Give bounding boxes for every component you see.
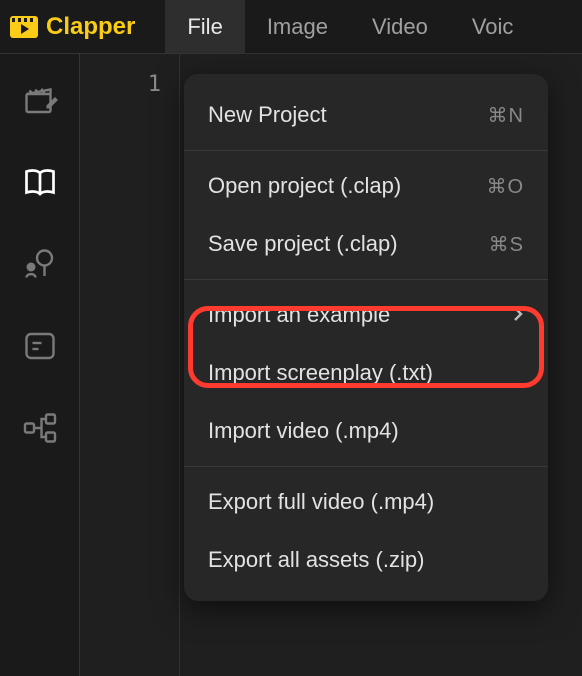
chevron-right-icon	[512, 302, 524, 328]
menu-item-label: New Project	[208, 102, 327, 128]
line-number: 1	[148, 72, 161, 97]
panel-icon[interactable]	[20, 326, 60, 366]
menu-item-label: Export full video (.mp4)	[208, 489, 434, 515]
book-icon[interactable]	[20, 162, 60, 202]
menu-item-shortcut: ⌘O	[486, 174, 524, 199]
menu-new-project[interactable]: New Project ⌘N	[184, 86, 548, 144]
menu-item-shortcut: ⌘S	[489, 232, 524, 257]
menu-separator	[184, 279, 548, 280]
menu-item-label: Export all assets (.zip)	[208, 547, 424, 573]
graph-icon[interactable]	[20, 408, 60, 448]
app-logo[interactable]: Clapper	[0, 13, 135, 41]
menu-separator	[184, 466, 548, 467]
menu-voice[interactable]: Voic	[450, 0, 536, 53]
menu-open-project[interactable]: Open project (.clap) ⌘O	[184, 157, 548, 215]
sidebar	[0, 54, 80, 676]
menu-video[interactable]: Video	[350, 0, 450, 53]
clapper-edit-icon[interactable]	[20, 80, 60, 120]
menu-item-label: Import video (.mp4)	[208, 418, 399, 444]
line-gutter: 1	[80, 54, 180, 676]
file-dropdown: New Project ⌘N Open project (.clap) ⌘O S…	[184, 74, 548, 601]
app-name: Clapper	[46, 13, 135, 41]
menu-export-all-assets[interactable]: Export all assets (.zip)	[184, 531, 548, 589]
menu-import-screenplay[interactable]: Import screenplay (.txt)	[184, 344, 548, 402]
menu-import-video[interactable]: Import video (.mp4)	[184, 402, 548, 460]
menu-item-label: Import screenplay (.txt)	[208, 360, 433, 386]
menubar: Clapper File Image Video Voic	[0, 0, 582, 54]
menu-image[interactable]: Image	[245, 0, 350, 53]
menu-save-project[interactable]: Save project (.clap) ⌘S	[184, 215, 548, 273]
menu-import-example[interactable]: Import an example	[184, 286, 548, 344]
menu-file[interactable]: File	[165, 0, 244, 53]
menu-item-label: Import an example	[208, 302, 390, 328]
person-tree-icon[interactable]	[20, 244, 60, 284]
clapper-logo-icon	[10, 16, 38, 38]
menu-separator	[184, 150, 548, 151]
menu-item-shortcut: ⌘N	[488, 103, 524, 128]
menu-items: File Image Video Voic	[165, 0, 535, 53]
menu-export-full-video[interactable]: Export full video (.mp4)	[184, 473, 548, 531]
menu-item-label: Open project (.clap)	[208, 173, 401, 199]
menu-item-label: Save project (.clap)	[208, 231, 398, 257]
